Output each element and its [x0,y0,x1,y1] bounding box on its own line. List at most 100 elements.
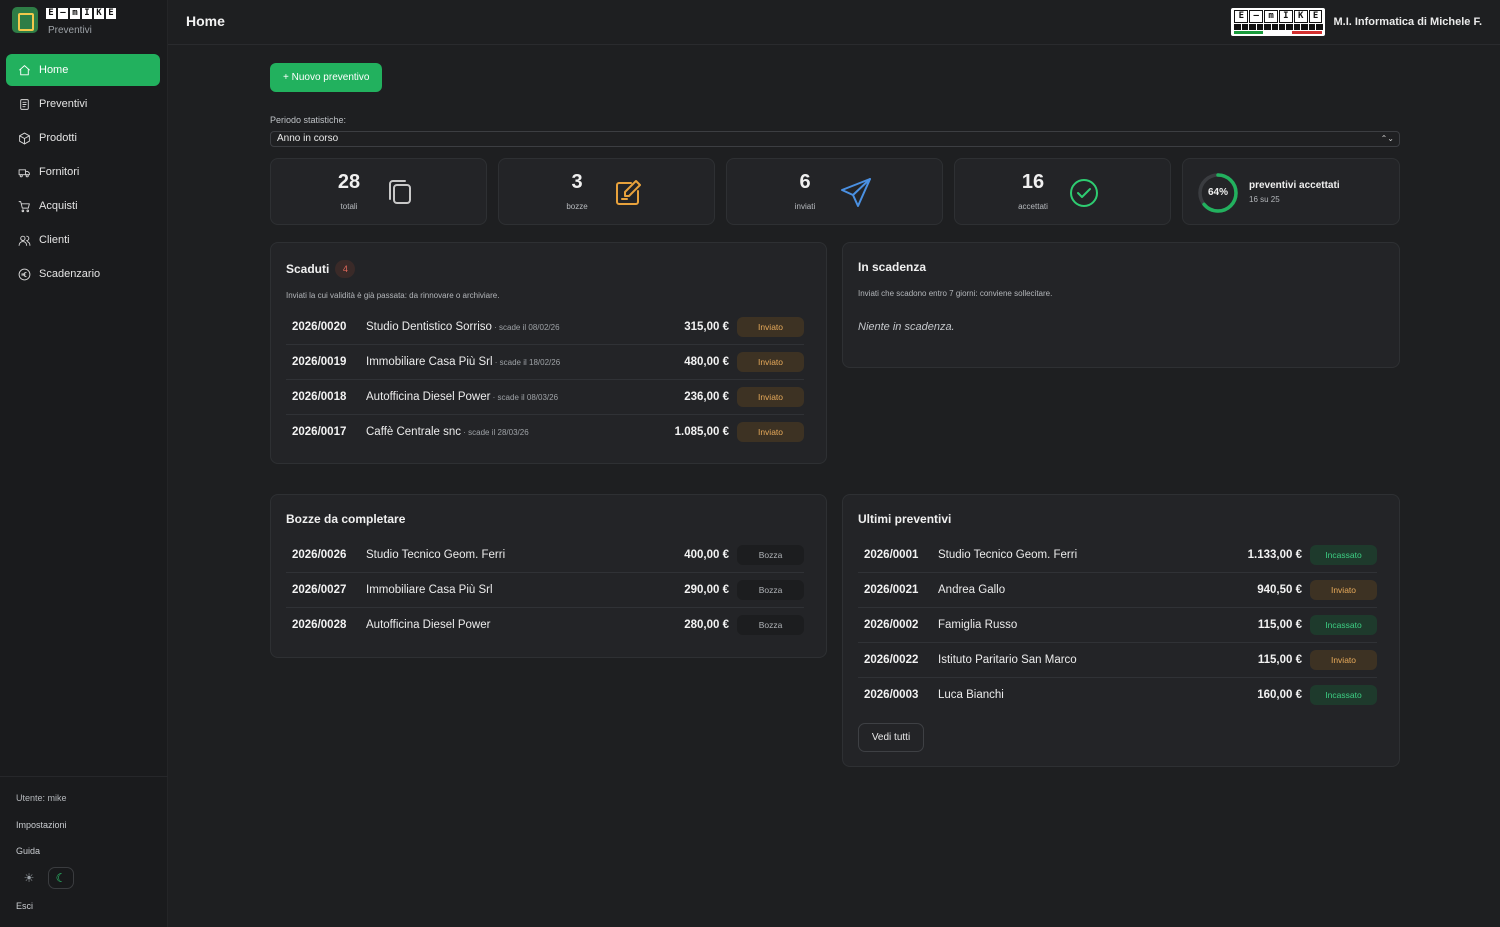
table-row[interactable]: 2026/0026 Studio Tecnico Geom. Ferri 400… [286,538,804,573]
table-row[interactable]: 2026/0003 Luca Bianchi 160,00 € Incassat… [858,678,1377,713]
period-selected-value: Anno in corso [277,133,339,144]
topbar: Home E — m I K E M.I. Informatica di Mic… [168,0,1500,45]
wordmark-letter: K [94,8,104,19]
acceptance-percent: 64% [1207,187,1228,198]
new-quote-button[interactable]: + Nuovo preventivo [270,63,383,92]
guide-link[interactable]: Guida [16,846,40,856]
status-badge: Bozza [737,580,804,600]
quote-amount: 480,00 € [684,356,729,368]
chevron-updown-icon: ⌃⌄ [1380,134,1394,143]
drafts-list: 2026/0026 Studio Tecnico Geom. Ferri 400… [286,538,804,643]
card-description: Inviati la cui validità è già passata: d… [286,291,500,300]
home-icon [19,64,30,75]
quote-amount: 236,00 € [684,391,729,403]
period-select[interactable]: Anno in corso ⌃⌄ [270,131,1400,147]
status-badge: Bozza [737,615,804,635]
recent-title: Ultimi preventivi [858,512,952,526]
stat-label: bozze [566,202,588,211]
table-row[interactable]: 2026/0018 Autofficina Diesel Power · sca… [286,380,804,415]
stat-label: accettati [1018,202,1048,211]
status-badge: Incassato [1310,615,1377,635]
quote-amount: 1.133,00 € [1247,549,1302,561]
wordmark-letter: I [82,8,92,19]
logo-letter: K [1293,10,1308,23]
sidebar-item-label: Preventivi [39,98,88,110]
stat-card-bozze: 3 bozze [498,158,715,225]
brand-subtitle: Preventivi [48,25,92,36]
logo-letter: — [1249,10,1264,23]
quote-amount: 1.085,00 € [674,426,729,438]
sidebar-item-home[interactable]: Home [6,54,160,86]
quote-amount: 400,00 € [684,549,729,561]
settings-link[interactable]: Impostazioni [16,820,67,830]
quote-amount: 940,50 € [1257,584,1302,596]
expired-card: Scaduti 4 Inviati la cui validità è già … [270,242,827,464]
wordmark-letter: m [70,8,80,19]
stat-label: totali [340,202,358,211]
logout-link[interactable]: Esci [16,901,33,911]
client-name: Immobiliare Casa Più Srl [366,584,493,596]
sun-icon[interactable]: ☀ [16,867,42,889]
copy-icon [383,176,417,210]
table-row[interactable]: 2026/0020 Studio Dentistico Sorriso · sc… [286,310,804,345]
company-logo: E — m I K E [1231,8,1326,36]
acceptance-subtitle: 16 su 25 [1249,195,1280,204]
sidebar-item-scadenzario[interactable]: Scadenzario [6,258,160,290]
sidebar-item-acquisti[interactable]: Acquisti [6,190,160,222]
moon-icon[interactable]: ☾ [48,867,74,889]
sidebar-item-preventivi[interactable]: Preventivi [6,88,160,120]
recent-list: 2026/0001 Studio Tecnico Geom. Ferri 1.1… [858,538,1377,713]
expired-count-badge: 4 [335,260,356,278]
stat-card-accettati: 16 accettati [954,158,1171,225]
stat-card-acceptance: 64% preventivi accettati 16 su 25 [1182,158,1400,225]
brand-wordmark: E — m I K E [46,8,116,19]
sidebar-item-label: Acquisti [39,200,78,212]
table-row[interactable]: 2026/0019 Immobiliare Casa Più Srl · sca… [286,345,804,380]
due-date: · scade il 18/02/26 [492,358,561,367]
quote-amount: 115,00 € [1257,654,1302,666]
edit-icon [611,176,645,210]
table-row[interactable]: 2026/0028 Autofficina Diesel Power 280,0… [286,608,804,643]
status-badge: Inviato [737,422,804,442]
quote-code: 2026/0003 [864,689,919,701]
client-name: Istituto Paritario San Marco [938,654,1077,666]
sidebar-item-clienti[interactable]: Clienti [6,224,160,256]
status-badge: Inviato [1310,580,1377,600]
sidebar-item-label: Home [39,64,69,76]
drafts-card: Bozze da completare 2026/0026 Studio Tec… [270,494,827,658]
table-row[interactable]: 2026/0021 Andrea Gallo 940,50 € Inviato [858,573,1377,608]
quote-amount: 290,00 € [684,584,729,596]
brand[interactable]: E — m I K E Preventivi [12,7,116,36]
cart-icon [18,200,30,212]
quote-client: Caffè Centrale snc · scade il 28/03/26 [366,426,529,438]
wordmark-letter: E [106,8,116,19]
quote-amount: 160,00 € [1257,689,1302,701]
stats-row: 28 totali 3 bozze 6 inviati 16 accettati [270,158,1400,225]
sidebar: E — m I K E Preventivi Home Preventivi P… [0,0,168,927]
client-name: Studio Tecnico Geom. Ferri [366,549,506,561]
expired-list: 2026/0020 Studio Dentistico Sorriso · sc… [286,310,804,450]
table-row[interactable]: 2026/0022 Istituto Paritario San Marco 1… [858,643,1377,678]
sidebar-item-prodotti[interactable]: Prodotti [6,122,160,154]
recent-quotes-card: Ultimi preventivi 2026/0001 Studio Tecni… [842,494,1400,767]
client-name: Autofficina Diesel Power [366,391,491,403]
due-date: · scade il 08/03/26 [490,393,559,402]
status-badge: Inviato [1310,650,1377,670]
status-badge: Incassato [1310,685,1377,705]
quote-code: 2026/0020 [292,321,347,333]
status-badge: Inviato [737,352,804,372]
drafts-title: Bozze da completare [286,512,406,526]
table-row[interactable]: 2026/0001 Studio Tecnico Geom. Ferri 1.1… [858,538,1377,573]
table-row[interactable]: 2026/0027 Immobiliare Casa Più Srl 290,0… [286,573,804,608]
card-title: Scaduti 4 [286,260,356,278]
expiring-title: In scadenza [858,260,927,274]
stat-card-inviati: 6 inviati [726,158,943,225]
table-row[interactable]: 2026/0002 Famiglia Russo 115,00 € Incass… [858,608,1377,643]
truck-icon [18,168,30,177]
table-row[interactable]: 2026/0017 Caffè Centrale snc · scade il … [286,415,804,450]
period-label: Periodo statistiche: [270,115,347,125]
quote-amount: 315,00 € [684,321,729,333]
see-all-button[interactable]: Vedi tutti [858,723,924,752]
quote-client: Studio Dentistico Sorriso · scade il 08/… [366,321,560,333]
sidebar-item-fornitori[interactable]: Fornitori [6,156,160,188]
